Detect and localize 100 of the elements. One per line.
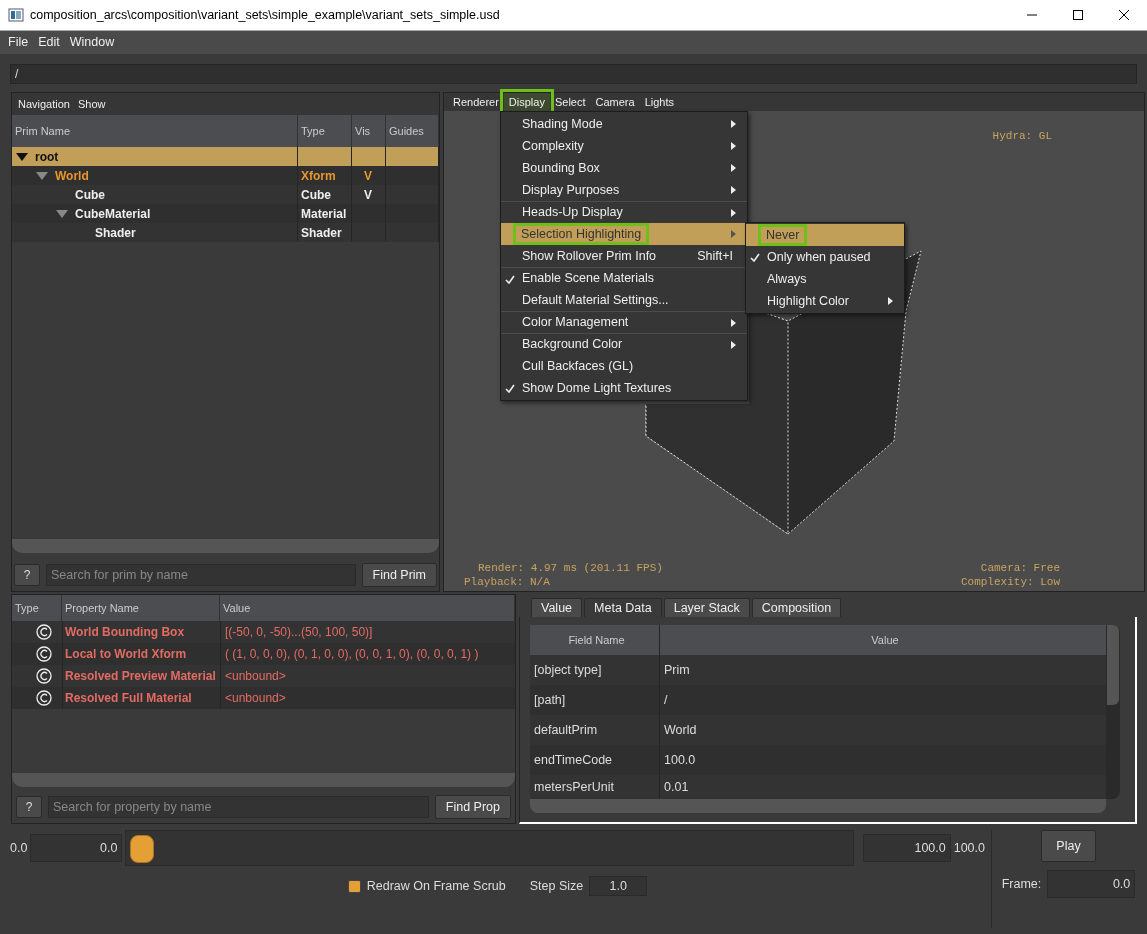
property-value: <unbound> bbox=[220, 687, 515, 709]
menu-item[interactable]: Complexity bbox=[501, 135, 747, 157]
menu-item[interactable]: Display Purposes bbox=[501, 179, 747, 201]
menu-item[interactable]: Renderer bbox=[448, 93, 504, 111]
submenu-arrow-icon bbox=[888, 297, 893, 305]
search-field[interactable]: Search for prim by name bbox=[46, 564, 356, 586]
scrollbar[interactable] bbox=[1106, 625, 1120, 799]
expanded-icon[interactable] bbox=[15, 151, 29, 162]
help-button[interactable]: ? bbox=[14, 564, 40, 586]
prim-name: CubeMaterial bbox=[75, 205, 151, 223]
check-icon bbox=[505, 274, 515, 284]
prim-type: Xform bbox=[301, 167, 336, 185]
computed-icon bbox=[36, 690, 52, 706]
expanded-icon[interactable] bbox=[55, 208, 69, 219]
submenu-arrow-icon bbox=[731, 230, 736, 238]
start-label: 0.0 bbox=[10, 839, 28, 857]
renderer-label: Hydra: GL bbox=[992, 129, 1052, 143]
computed-icon bbox=[36, 624, 52, 640]
scrollbar[interactable] bbox=[530, 799, 1106, 813]
find-button[interactable]: Find Prop bbox=[434, 795, 511, 819]
end-label: 100.0 bbox=[953, 839, 985, 857]
menu-item[interactable]: Color Management bbox=[501, 311, 747, 333]
prim-type: Cube bbox=[301, 186, 331, 204]
visibility-toggle[interactable]: V bbox=[364, 166, 372, 185]
prim-type: Shader bbox=[301, 224, 342, 242]
tree-row[interactable]: root bbox=[12, 147, 439, 166]
menu-item[interactable]: Window bbox=[65, 33, 119, 52]
play-button[interactable]: Play bbox=[1041, 830, 1096, 862]
menu-item[interactable]: Default Material Settings... bbox=[501, 289, 747, 311]
help-button[interactable]: ? bbox=[16, 796, 42, 818]
computed-icon bbox=[36, 668, 52, 684]
visibility-toggle[interactable]: V bbox=[364, 185, 372, 204]
check-icon bbox=[750, 253, 760, 263]
menu-item[interactable]: Bounding Box bbox=[501, 157, 747, 179]
menu-item[interactable]: Only when paused bbox=[746, 246, 904, 268]
viewport[interactable] bbox=[443, 92, 1145, 592]
field-value: World bbox=[663, 721, 698, 739]
tree-row[interactable]: World Xform V bbox=[12, 166, 439, 185]
app-icon bbox=[8, 8, 24, 22]
property-name: Resolved Full Material bbox=[62, 687, 220, 709]
tab[interactable]: Layer Stack bbox=[663, 598, 750, 617]
menu-item[interactable]: Always bbox=[746, 268, 904, 290]
menu-item[interactable]: File bbox=[4, 33, 33, 52]
scrollbar[interactable] bbox=[12, 539, 439, 553]
timeline-slider[interactable] bbox=[125, 830, 854, 866]
render-stats: Render: 4.97 ms (201.11 FPS) bbox=[478, 561, 663, 575]
start-frame-field[interactable]: 0.0 bbox=[30, 834, 123, 862]
maximize-icon bbox=[1073, 10, 1083, 20]
complexity-status: Complexity: Low bbox=[960, 575, 1060, 589]
tab[interactable]: Meta Data bbox=[584, 598, 662, 618]
menu-item[interactable]: Select bbox=[549, 93, 591, 111]
menu-item[interactable]: Never bbox=[746, 224, 904, 246]
menu-item[interactable]: Show bbox=[74, 95, 110, 113]
menu-item[interactable]: Background Color bbox=[501, 333, 747, 355]
menu-item[interactable]: Selection Highlighting bbox=[501, 223, 747, 245]
menu-item[interactable]: Lights bbox=[639, 93, 679, 111]
computed-icon bbox=[36, 646, 52, 662]
check-icon bbox=[505, 384, 515, 394]
path-field[interactable]: / bbox=[10, 64, 1137, 84]
submenu-arrow-icon bbox=[731, 208, 736, 217]
field-value: 0.01 bbox=[663, 778, 690, 796]
camera-status: Camera: Free bbox=[980, 561, 1060, 575]
prim-name: Shader bbox=[95, 224, 136, 242]
window-title: composition_arcs\composition\variant_sets\simple_example\variant_sets_simple.usd bbox=[29, 6, 501, 24]
menu-item[interactable]: Show Rollover Prim Info Shift+I bbox=[501, 245, 747, 267]
menu-item[interactable]: Show Dome Light Textures bbox=[501, 377, 747, 399]
tree-row[interactable]: Shader Shader bbox=[12, 223, 439, 242]
search-field[interactable]: Search for property by name bbox=[48, 796, 429, 818]
redraw-checkbox[interactable] bbox=[347, 879, 361, 893]
field-value: / bbox=[663, 691, 669, 709]
end-frame-field[interactable]: 100.0 bbox=[862, 834, 951, 862]
tab[interactable]: Composition bbox=[751, 598, 842, 617]
expanded-icon[interactable] bbox=[35, 170, 49, 181]
menu-item[interactable]: Shading Mode bbox=[501, 113, 747, 135]
menu-item[interactable]: Cull Backfaces (GL) bbox=[501, 355, 747, 377]
scrollbar[interactable] bbox=[12, 773, 515, 787]
prim-name: root bbox=[35, 148, 59, 166]
field-value: Prim bbox=[663, 661, 691, 679]
tab[interactable]: Value bbox=[531, 598, 583, 617]
tree-row[interactable]: Cube Cube V bbox=[12, 185, 439, 204]
redraw-label: Redraw On Frame Scrub bbox=[366, 877, 506, 895]
prim-type: Material bbox=[301, 205, 347, 223]
submenu-arrow-icon bbox=[731, 340, 736, 349]
find-button[interactable]: Find Prim bbox=[361, 563, 437, 587]
menu-item[interactable]: Edit bbox=[34, 33, 64, 52]
frame-field[interactable]: 0.0 bbox=[1047, 870, 1136, 898]
tree-row[interactable]: CubeMaterial Material bbox=[12, 204, 439, 223]
step-size-label: Step Size bbox=[529, 877, 584, 895]
field-value: 100.0 bbox=[663, 751, 697, 769]
slider-thumb[interactable] bbox=[130, 835, 155, 863]
step-size-field[interactable]: 1.0 bbox=[589, 876, 648, 896]
menu-item[interactable]: Navigation bbox=[14, 95, 74, 113]
submenu-arrow-icon bbox=[731, 186, 736, 194]
submenu-arrow-icon bbox=[731, 120, 736, 128]
menu-item[interactable]: Camera bbox=[590, 93, 640, 111]
prim-name: Cube bbox=[75, 186, 105, 204]
column-header[interactable]: Value bbox=[660, 625, 1106, 655]
playback-status: Playback: N/A bbox=[464, 575, 550, 589]
menu-item[interactable]: Highlight Color bbox=[746, 290, 904, 312]
prim-name: World bbox=[55, 167, 89, 185]
